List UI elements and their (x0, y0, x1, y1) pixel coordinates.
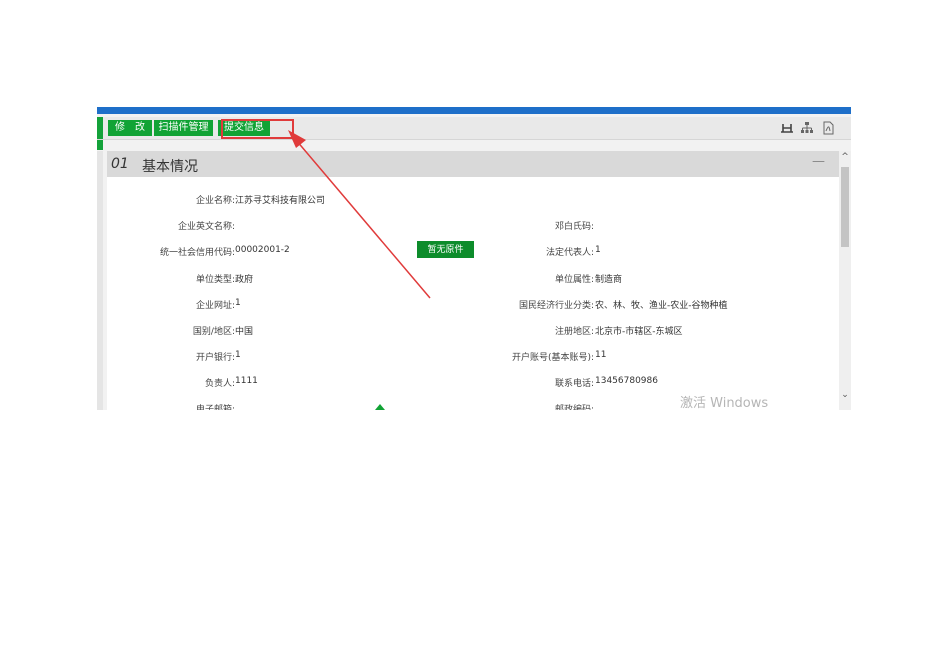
annotation-arrow (288, 130, 431, 299)
